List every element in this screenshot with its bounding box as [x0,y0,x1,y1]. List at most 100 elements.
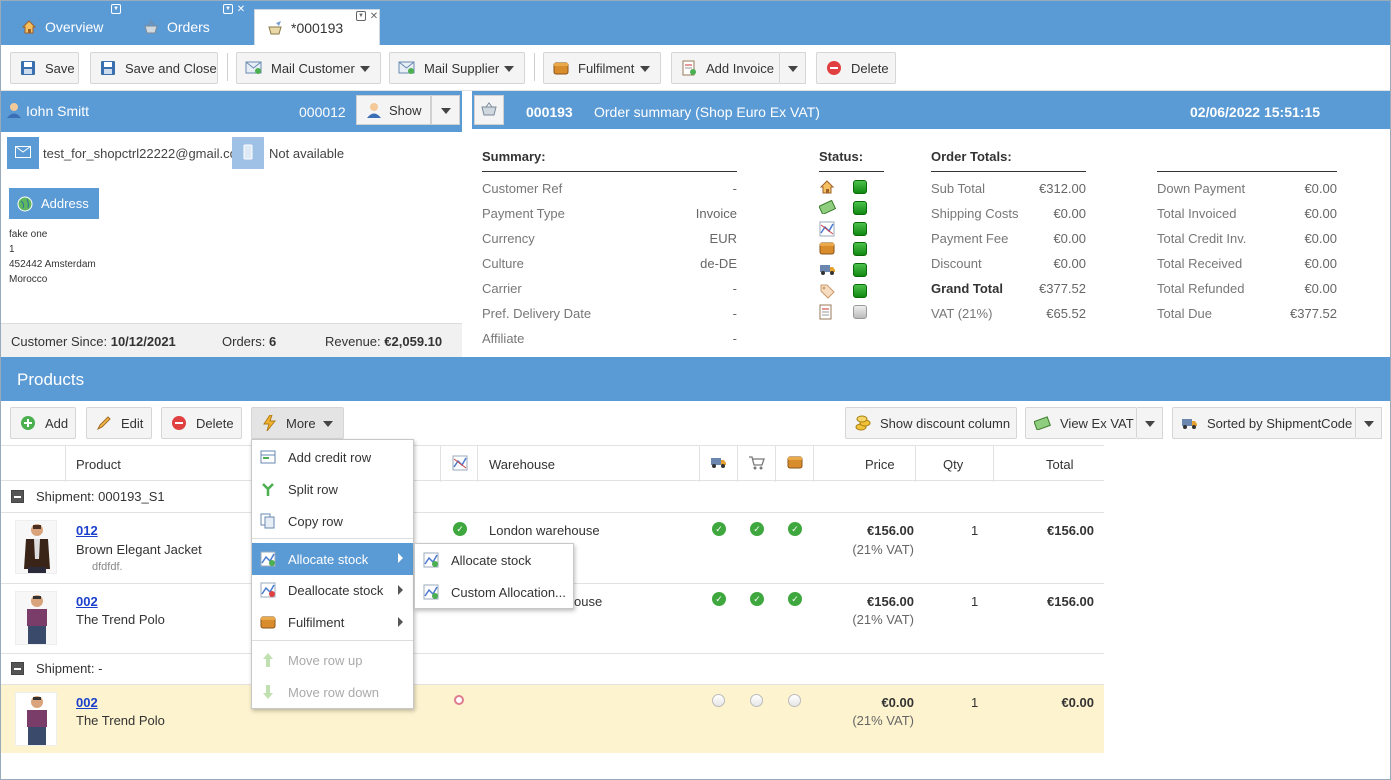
menu-item-deallocate-stock[interactable]: Deallocate stock [252,575,413,605]
truck-icon [1181,415,1198,432]
menu-item-move-row-down[interactable]: Move row down [252,677,413,707]
shipment-group-row: Shipment: - [1,654,1104,685]
mail-supplier-button[interactable]: Mail Supplier [389,52,525,84]
close-icon[interactable]: ✕ [369,11,379,22]
order-header: 000193 Order summary (Shop Euro Ex VAT) … [472,91,1390,129]
tab-overview[interactable]: Overview [21,9,103,45]
box-icon [787,455,803,472]
column-qty[interactable]: Qty [943,457,963,472]
column-warehouse[interactable]: Warehouse [489,457,555,472]
order-title: Order summary (Shop Euro Ex VAT) [594,104,820,120]
qty-value[interactable]: 1 [971,695,978,710]
column-total[interactable]: Total [1046,457,1073,472]
empty-status-icon [712,694,725,707]
edit-product-button[interactable]: Edit [86,407,152,439]
order-basket-button[interactable] [474,95,504,125]
delete-product-button[interactable]: Delete [161,407,242,439]
empty-status-icon [788,694,801,707]
product-image [15,520,57,574]
delete-button[interactable]: Delete [816,52,896,84]
tab-orders[interactable]: Orders [143,9,210,45]
collapse-icon[interactable] [11,490,24,503]
products-title: Products [17,370,85,389]
check-icon: ✓ [750,592,764,606]
product-code-link[interactable]: 002 [76,594,98,609]
address-button[interactable]: Address [9,188,99,219]
truck-icon [819,262,836,279]
qty-value[interactable]: 1 [971,523,978,538]
check-icon: ✓ [788,522,802,536]
warehouse-name: ouse [574,594,603,609]
submenu-item-custom-allocation[interactable]: Custom Allocation... [415,577,573,607]
summary-value: Invoice [695,206,737,221]
chart-icon [819,221,835,240]
shipment-label: Shipment: 000193_S1 [36,489,165,504]
more-button[interactable]: More [251,407,344,439]
phone-button[interactable] [232,137,264,169]
totals-label: Sub Total [931,181,985,196]
add-invoice-dropdown[interactable] [780,52,806,84]
customer-name[interactable]: Iohn Smitt [26,103,89,119]
status-ok-indicator [853,180,867,194]
save-and-close-button[interactable]: Save and Close [90,52,218,84]
customer-address: fake one 1 452442 Amsterdam Morocco [9,229,96,285]
tab-menu-icon[interactable]: ▼ [111,4,121,14]
view-ex-vat-button[interactable]: View Ex VAT [1025,407,1137,439]
tab-menu-icon[interactable]: ▼ [223,4,233,14]
product-name: The Trend Polo [76,612,165,627]
cart-icon [748,455,765,473]
totals-label: Total Due [1157,306,1212,321]
totals-label: Payment Fee [931,231,1009,246]
summary-value: - [732,181,737,196]
user-icon [7,102,21,121]
product-code-link[interactable]: 012 [76,523,98,538]
customer-phone: Not available [269,146,345,161]
menu-item-add-credit-row[interactable]: Add credit row [252,442,413,472]
tab-menu-icon[interactable]: ▼ [356,11,366,21]
order-edit-icon [267,20,283,36]
totals-value: €0.00 [1053,206,1086,221]
qty-value[interactable]: 1 [971,594,978,609]
sorted-by-dropdown[interactable] [1356,407,1382,439]
menu-item-split-row[interactable]: Split row [252,474,413,504]
show-customer-button[interactable]: Show [356,95,431,125]
product-code-link[interactable]: 002 [76,695,98,710]
add-invoice-button[interactable]: Add Invoice [671,52,780,84]
show-customer-dropdown[interactable] [431,95,460,125]
column-price[interactable]: Price [865,457,895,472]
check-icon: ✓ [750,522,764,536]
summary-label: Payment Type [482,206,565,221]
customer-email[interactable]: test_for_shopctrl22222@gmail.com [43,146,233,161]
show-discount-column-button[interactable]: Show discount column [845,407,1017,439]
menu-item-fulfilment[interactable]: Fulfilment [252,607,413,637]
add-product-button[interactable]: Add [10,407,76,439]
status-pending-indicator [853,304,867,319]
save-button[interactable]: Save [10,52,79,84]
product-name: The Trend Polo [76,713,165,728]
menu-item-move-row-up[interactable]: Move row up [252,645,413,675]
column-product[interactable]: Product [76,457,121,472]
menu-item-copy-row[interactable]: Copy row [252,506,413,536]
toolbar-separator [227,53,228,81]
totals-value: €0.00 [1304,281,1337,296]
close-icon[interactable]: ✕ [236,4,246,15]
fulfilment-button[interactable]: Fulfilment [543,52,661,84]
submenu-item-allocate-stock[interactable]: Allocate stock [415,545,573,575]
summary-heading: Summary: [482,149,737,172]
toolbar-separator [534,53,535,81]
sorted-by-button[interactable]: Sorted by ShipmentCode [1172,407,1356,439]
credit-row-icon [260,449,276,465]
view-ex-vat-dropdown[interactable] [1137,407,1163,439]
table-row-selected[interactable]: 002 The Trend Polo €0.00 (21% VAT) 1 €0.… [1,685,1104,753]
collapse-icon[interactable] [11,662,24,675]
summary-label: Carrier [482,281,522,296]
products-table-header: Product Warehouse Price Qty Total [1,445,1104,482]
summary-value: de-DE [700,256,737,271]
vat-value: (21% VAT) [852,713,914,728]
money-icon [818,199,837,217]
check-icon: ✓ [712,592,726,606]
email-button[interactable] [7,137,39,169]
mail-customer-button[interactable]: Mail Customer [236,52,381,84]
product-image [15,591,57,645]
menu-item-allocate-stock[interactable]: Allocate stock [252,543,413,575]
